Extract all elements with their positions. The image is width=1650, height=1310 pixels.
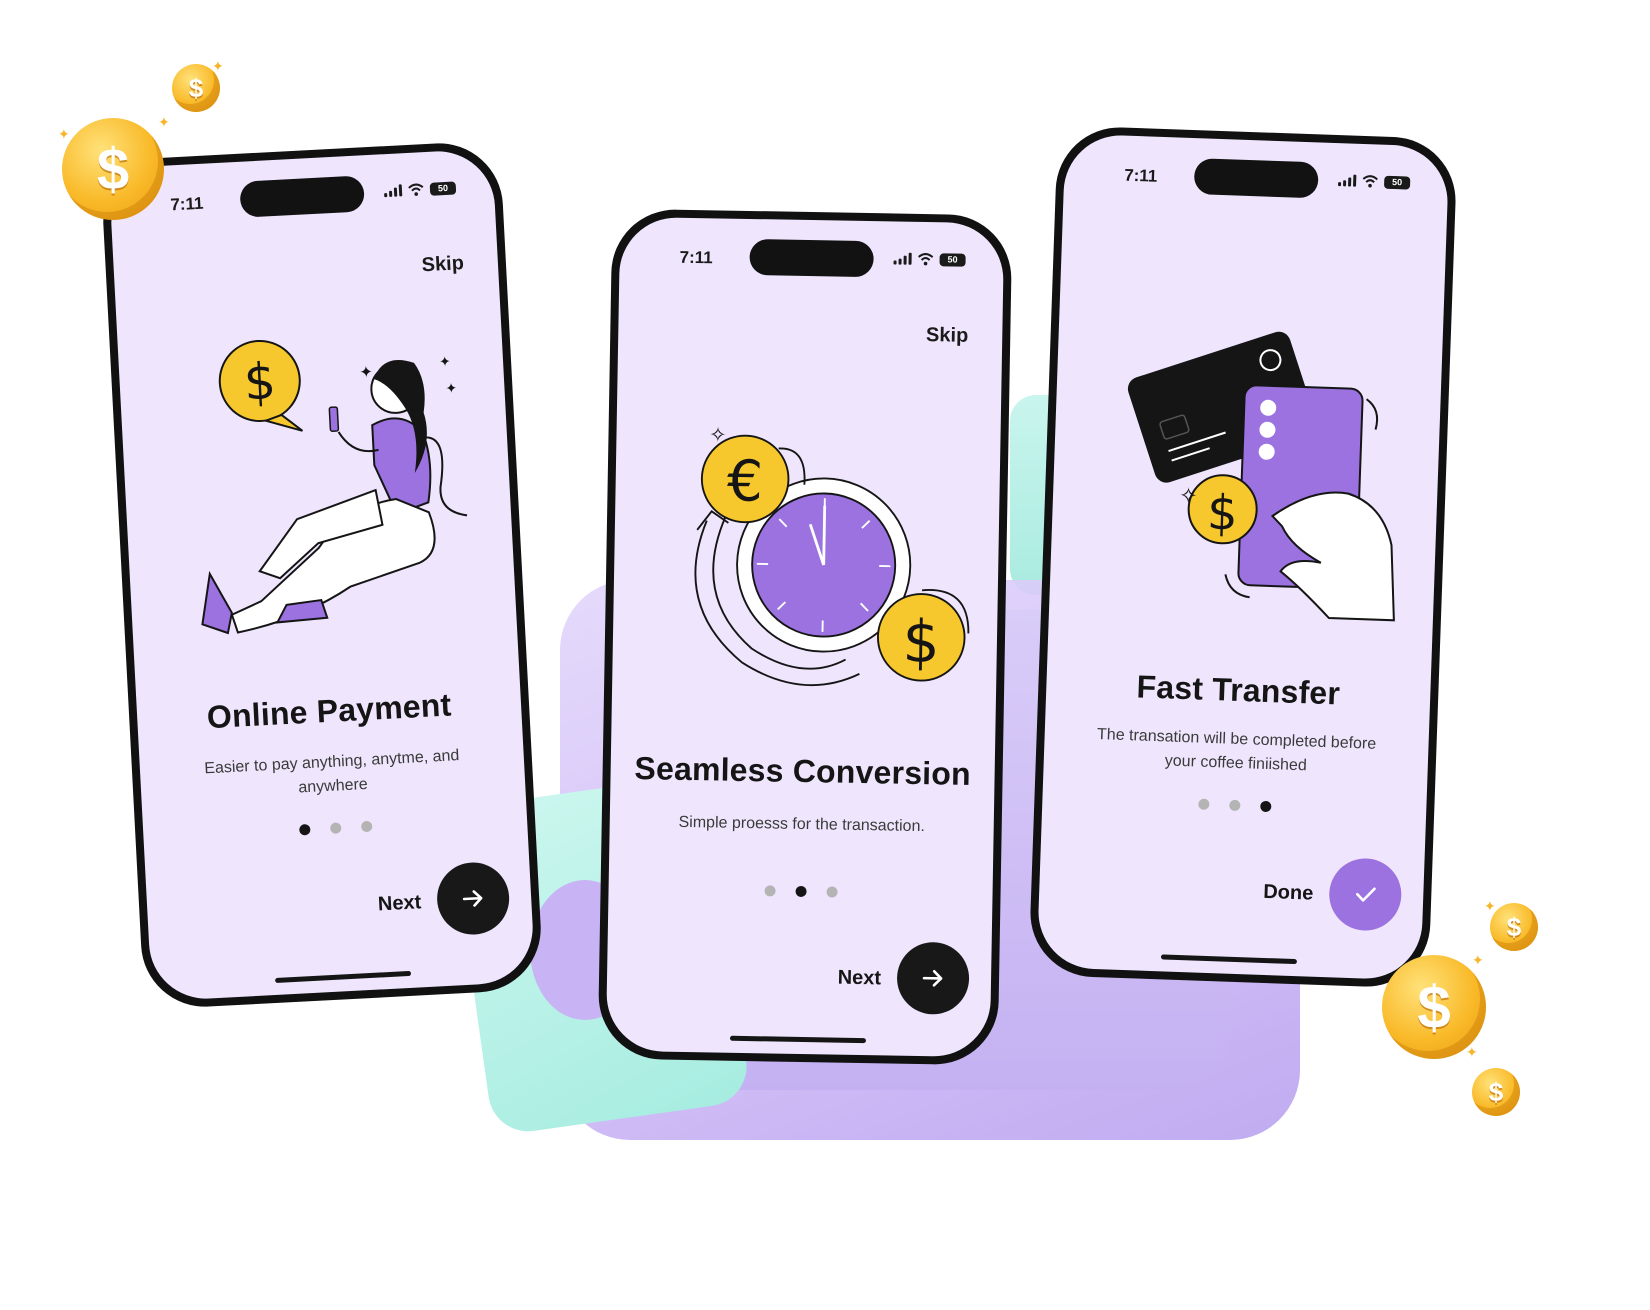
svg-text:$: $	[902, 607, 940, 676]
sparkle-icon: ✦	[1466, 1044, 1478, 1060]
page-indicator	[143, 813, 527, 844]
page-dot-2[interactable]	[794, 885, 807, 898]
onboarding-subtitle: Easier to pay anything, anytme, and anyw…	[203, 747, 460, 797]
skip-button[interactable]: Skip	[926, 324, 969, 348]
page-dot-3[interactable]	[1259, 800, 1271, 813]
page-dot-2[interactable]	[1228, 799, 1241, 812]
check-icon	[1356, 887, 1376, 902]
phone-online-payment: 7:11 50 Skip $ ✦ ✦ ✦ Online Payment Easi…	[100, 140, 544, 1010]
sparkle-icon: ✦	[158, 114, 170, 130]
onboarding-subtitle: The transation will be completed before …	[1096, 726, 1377, 775]
arrow-right-icon	[462, 890, 483, 907]
sparkle-icon: ✦	[1484, 898, 1496, 914]
status-icons: 50	[893, 251, 966, 267]
svg-text:✦: ✦	[439, 353, 452, 370]
next-button[interactable]	[896, 941, 970, 1015]
svg-text:✧: ✧	[709, 424, 727, 447]
status-icons: 50	[384, 180, 457, 198]
dynamic-island	[749, 238, 874, 278]
home-indicator	[1160, 954, 1297, 965]
skip-button[interactable]: Skip	[421, 252, 464, 277]
svg-text:✦: ✦	[359, 364, 373, 382]
phone-fast-transfer: 7:11 50 $ ✧ Fast Transfer The transation…	[1028, 125, 1458, 989]
signal-icon	[384, 184, 403, 198]
illustration-currency-clock: € ✧ $	[694, 424, 970, 687]
next-label[interactable]: Next	[837, 967, 882, 991]
svg-text:$: $	[1206, 485, 1238, 542]
status-time: 7:11	[679, 247, 713, 268]
onboarding-showcase: 7:11 50 Skip $ ✦ ✦ ✦ Online Payment Easi…	[0, 0, 1650, 1310]
page-dot-2[interactable]	[329, 822, 342, 834]
sparkle-icon: ✦	[58, 126, 70, 142]
page-dot-1[interactable]	[763, 885, 776, 897]
signal-icon	[1338, 174, 1357, 187]
sparkle-icon: ✦	[1472, 952, 1484, 968]
illustration-card-transfer: $ ✧	[1127, 331, 1395, 622]
screen: 7:11 50 $ ✧ Fast Transfer The transation…	[1036, 133, 1450, 981]
status-time: 7:11	[1123, 165, 1158, 186]
wifi-icon	[918, 253, 934, 266]
battery-icon: 50	[939, 252, 966, 267]
page-dot-1[interactable]	[298, 823, 311, 836]
home-indicator	[729, 1035, 867, 1044]
page-dot-3[interactable]	[360, 820, 373, 833]
next-button[interactable]	[435, 860, 511, 937]
page-indicator	[1042, 793, 1426, 817]
status-time: 7:11	[169, 193, 204, 215]
illustration-woman-with-phone: $ ✦ ✦ ✦	[201, 339, 468, 635]
onboarding-title: Fast Transfer	[1135, 668, 1341, 712]
done-button[interactable]	[1328, 857, 1403, 932]
screen: 7:11 50 Skip € ✧ $ Seamless Conversion S…	[605, 216, 1005, 1058]
onboarding-subtitle: Simple proesss for the transaction.	[678, 813, 926, 836]
coin-icon: $	[1490, 903, 1538, 951]
dynamic-island	[1193, 158, 1319, 199]
svg-text:✧: ✧	[1179, 483, 1198, 509]
next-label[interactable]: Next	[377, 891, 422, 916]
coin-icon: $	[62, 118, 164, 220]
sparkle-icon: ✦	[212, 58, 224, 74]
signal-icon	[893, 252, 912, 265]
arrow-right-icon	[922, 970, 943, 987]
home-indicator	[275, 970, 412, 984]
wifi-icon	[1362, 175, 1378, 188]
battery-icon: 50	[429, 180, 457, 196]
page-indicator	[608, 883, 992, 901]
done-label[interactable]: Done	[1263, 881, 1314, 906]
coin-icon: $	[1472, 1068, 1520, 1116]
dynamic-island	[239, 175, 366, 218]
page-dot-1[interactable]	[1197, 798, 1210, 810]
page-dot-3[interactable]	[825, 886, 838, 898]
wifi-icon	[408, 183, 424, 196]
svg-text:€: €	[727, 449, 764, 515]
screen: 7:11 50 Skip $ ✦ ✦ ✦ Online Payment Easi…	[108, 148, 536, 1002]
onboarding-title: Seamless Conversion	[634, 750, 972, 792]
battery-icon: 50	[1383, 175, 1411, 190]
svg-text:✦: ✦	[445, 380, 458, 397]
status-icons: 50	[1338, 173, 1411, 190]
phone-seamless-conversion: 7:11 50 Skip € ✧ $ Seamless Conversion S…	[597, 208, 1013, 1066]
svg-text:$: $	[242, 352, 277, 412]
onboarding-title: Online Payment	[206, 686, 453, 736]
